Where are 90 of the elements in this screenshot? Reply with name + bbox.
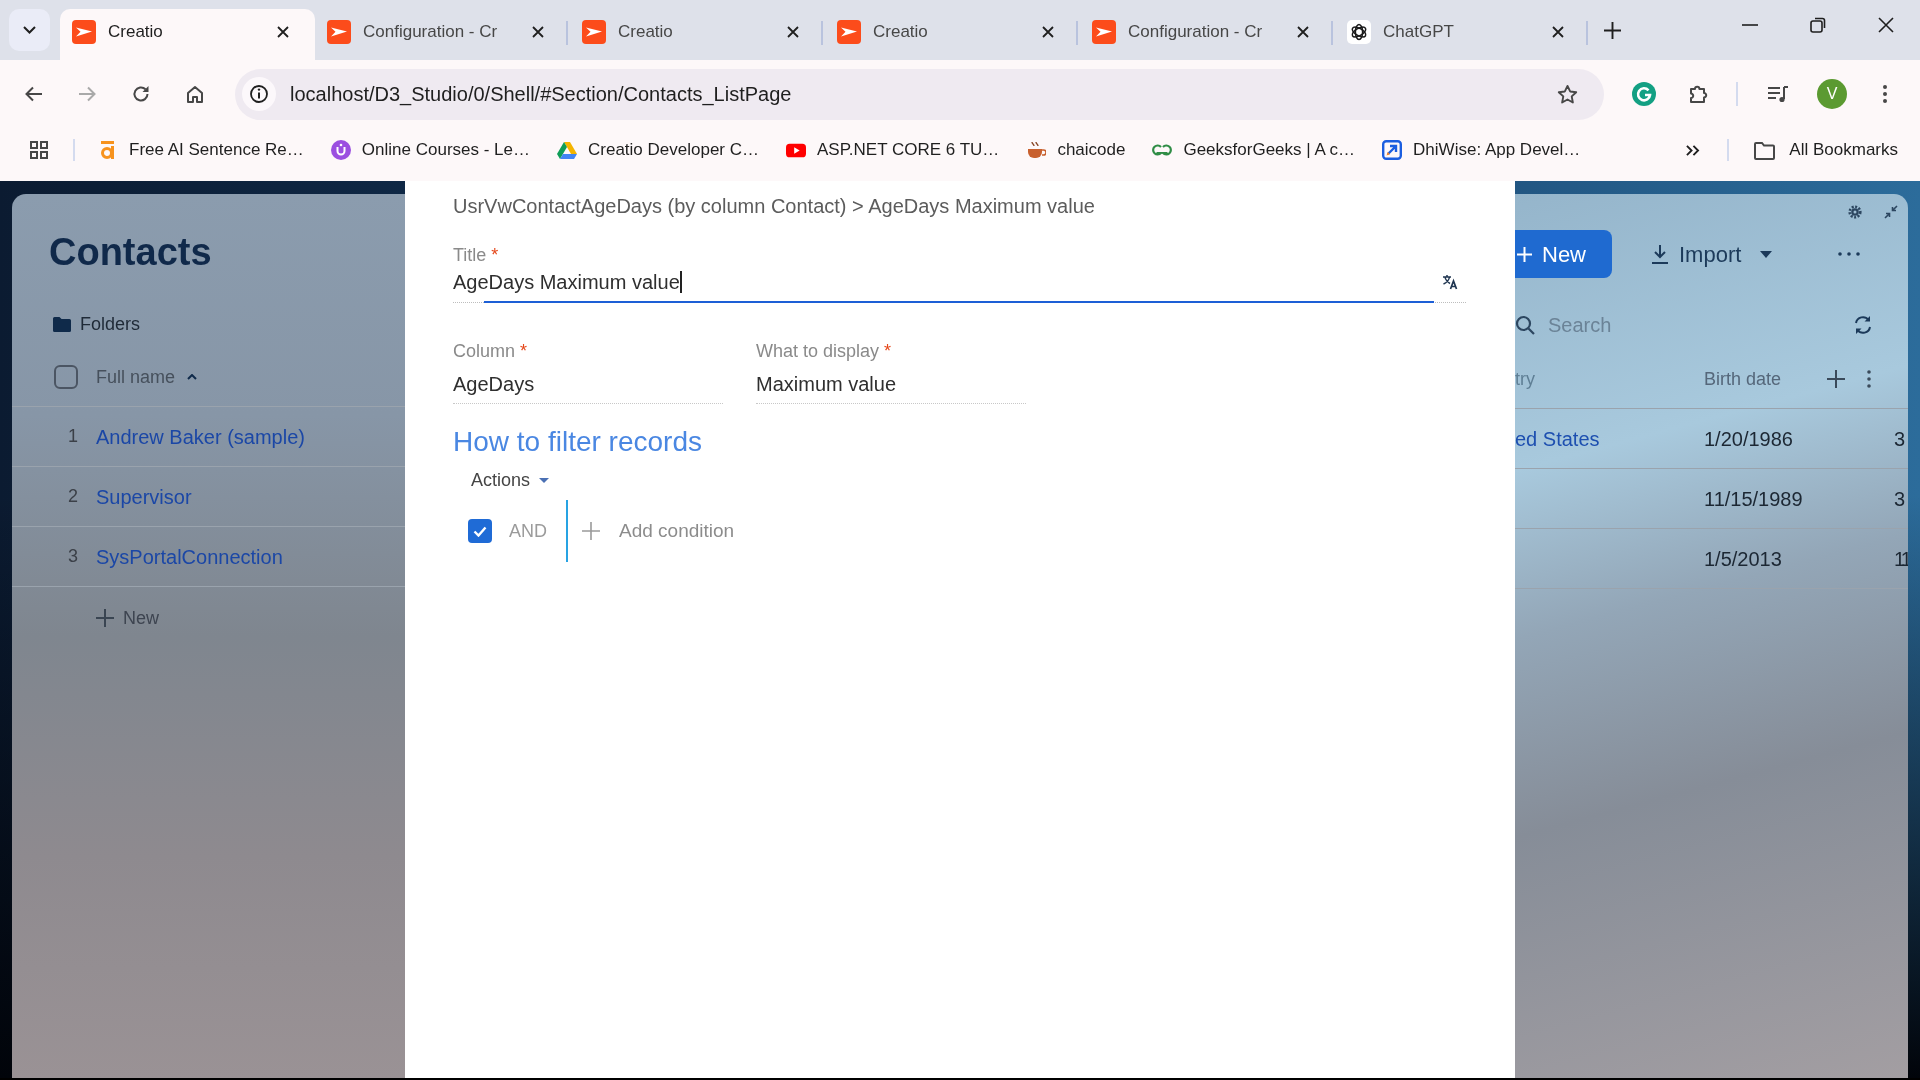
caret-down-icon: [1760, 250, 1773, 258]
restore-icon[interactable]: [1810, 17, 1826, 33]
text-field[interactable]: AgeDays: [453, 363, 723, 404]
table-cell-text: 11/15/1989: [1704, 486, 1803, 512]
row-number: 1: [67, 425, 78, 448]
table-cell-text: 3: [1894, 486, 1903, 512]
field-label: Column *: [453, 340, 528, 363]
table-cell-text: 1/20/1986: [1704, 426, 1793, 452]
sort-caret-icon: [187, 374, 198, 380]
browser-tab[interactable]: ChatGPT: [1335, 9, 1590, 60]
country-link[interactable]: ed States: [1515, 423, 1600, 454]
bookmark-link[interactable]: Creatio Developer C…: [557, 137, 760, 163]
arrow-logo-icon: [837, 19, 861, 44]
text-field[interactable]: AgeDays Maximum value: [453, 267, 1466, 303]
plus-icon: [582, 522, 600, 540]
more-vertical-icon[interactable]: [1883, 85, 1887, 103]
plus-icon: [96, 609, 114, 627]
table-cell-text: 11: [1894, 546, 1908, 572]
more-vertical-icon[interactable]: [1867, 370, 1871, 388]
browser-tab[interactable]: Creatio: [825, 9, 1080, 60]
field-label: What to display *: [756, 340, 892, 363]
table-cell-text: 3: [1894, 426, 1903, 452]
info-icon[interactable]: [242, 77, 276, 111]
browser-tab[interactable]: Configuration - Cr: [1080, 9, 1335, 60]
table-cell-text: 1/5/2013: [1704, 546, 1782, 572]
bookmark-link[interactable]: Free AI Sentence Re…: [98, 137, 304, 163]
browser-tab[interactable]: Creatio: [570, 9, 825, 60]
gear-icon[interactable]: [1847, 205, 1862, 219]
close-icon[interactable]: [1552, 25, 1564, 38]
arrow-logo-icon: [1092, 19, 1116, 44]
knot-logo-icon: [1347, 19, 1371, 44]
refresh-icon[interactable]: [1852, 315, 1873, 335]
breadcrumb: UsrVwContactAgeDays (by column Contact) > AgeDays Maximum value: [453, 194, 1095, 219]
cup-logo-icon: [1026, 140, 1047, 160]
close-icon[interactable]: [277, 25, 289, 38]
star-icon[interactable]: [1557, 83, 1578, 105]
checkbox[interactable]: [54, 365, 78, 389]
more-horizontal-icon[interactable]: [1837, 252, 1860, 256]
close-icon[interactable]: [532, 25, 544, 38]
arrow-logo-icon: [582, 19, 606, 44]
download-icon: [1651, 244, 1669, 264]
actions-menu[interactable]: Actions: [471, 468, 550, 492]
checkmark-icon: [473, 525, 487, 537]
folder-icon: [53, 316, 71, 332]
checkbox[interactable]: [468, 519, 492, 543]
close-icon[interactable]: [787, 25, 799, 38]
bookmark-link[interactable]: chaicode: [1026, 137, 1126, 163]
media-queue-icon[interactable]: [1767, 84, 1789, 104]
new-button[interactable]: New: [1515, 230, 1612, 278]
puzzle-icon[interactable]: [1688, 83, 1710, 105]
bookmark-link[interactable]: DhiWise: App Devel…: [1382, 137, 1581, 163]
close-icon[interactable]: [1297, 25, 1309, 38]
circle-logo-icon: [330, 140, 351, 160]
address-bar[interactable]: localhost/D3_Studio/0/Shell/#Section/Contacts_ListPage: [235, 68, 1604, 120]
reload-icon[interactable]: [131, 84, 151, 104]
caret-down-icon: [539, 477, 550, 483]
translate-icon[interactable]: [1442, 273, 1458, 290]
back-arrow-icon[interactable]: [24, 84, 44, 104]
folders-button[interactable]: Folders: [53, 304, 141, 344]
close-icon[interactable]: [1878, 17, 1894, 33]
browser-tab[interactable]: Configuration - Cr: [315, 9, 570, 60]
text-cursor: [679, 270, 682, 293]
bookmark-link[interactable]: Online Courses - Le…: [330, 137, 530, 163]
section-heading: How to filter records: [453, 425, 702, 459]
plus-icon: [1517, 246, 1532, 262]
folder-icon: [1753, 139, 1777, 161]
triangle-logo-icon: [557, 140, 577, 160]
bookmark-link[interactable]: ASP.NET CORE 6 TU…: [786, 137, 1000, 163]
text-field[interactable]: Maximum value: [756, 363, 1026, 404]
arrow-logo-icon: [72, 19, 96, 44]
row-number: 3: [67, 545, 78, 568]
import-button[interactable]: Import: [1651, 237, 1773, 271]
browser-tab[interactable]: Creatio: [60, 9, 315, 60]
field-label: Title *: [453, 244, 499, 267]
row-number: 2: [67, 485, 78, 508]
add-column-icon[interactable]: [1827, 370, 1845, 388]
all-bookmarks-button[interactable]: All Bookmarks: [1753, 137, 1898, 163]
apps-grid-icon[interactable]: [30, 141, 48, 159]
arrow-logo-icon: [327, 19, 351, 44]
collapse-icon[interactable]: [1883, 205, 1898, 219]
search-icon: [1515, 315, 1535, 335]
new-tab-icon[interactable]: [1604, 22, 1621, 39]
chevrons-right-icon[interactable]: [1685, 143, 1701, 157]
square-arrow-logo-icon: [1382, 140, 1403, 160]
close-icon[interactable]: [1042, 25, 1054, 38]
chevron-down-icon: [23, 26, 36, 34]
home-icon[interactable]: [185, 84, 205, 104]
ring-logo-icon[interactable]: [1632, 82, 1656, 106]
page-title: Contacts: [49, 230, 212, 275]
bookmark-link[interactable]: GeeksforGeeks | A c…: [1152, 137, 1356, 163]
